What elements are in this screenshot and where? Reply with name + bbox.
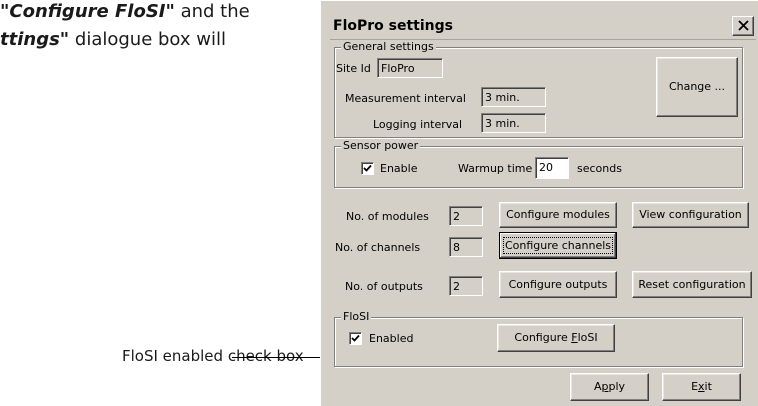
close-icon [738, 20, 749, 31]
flosi-enabled-label: Enabled [369, 332, 414, 345]
dialog-titlebar: FloPro settings [330, 14, 756, 40]
configure-outputs-label: Configure outputs [508, 278, 608, 291]
doc-text-line-2: ttings" dialogue box will [0, 29, 226, 50]
view-configuration-button[interactable]: View configuration [632, 202, 749, 228]
warmup-time-input[interactable]: 20 [535, 157, 569, 179]
reset-configuration-button[interactable]: Reset configuration [632, 271, 752, 298]
outputs-count-label: No. of outputs [345, 280, 423, 293]
outputs-count-field: 2 [449, 276, 483, 296]
exit-label-rest: it [704, 380, 712, 393]
configure-flosi-label: Configure [514, 331, 572, 344]
configure-outputs-button[interactable]: Configure outputs [499, 271, 617, 298]
modules-count-label: No. of modules [346, 210, 429, 223]
configure-flosi-button[interactable]: Configure FloSI [497, 324, 615, 352]
settings-dialog: FloPro settings General settings Site Id… [320, 0, 758, 406]
close-button[interactable] [732, 16, 754, 36]
channels-count-label: No. of channels [335, 241, 421, 254]
warmup-unit-label: seconds [577, 162, 622, 175]
sensor-enable-label: Enable [380, 162, 418, 175]
group-title: Sensor power [341, 139, 421, 152]
configure-channels-button[interactable]: Configure channels [499, 232, 617, 259]
checkmark-icon [363, 164, 372, 172]
flosi-enabled-checkbox[interactable] [349, 332, 362, 345]
configure-flosi-label-rest: loSI [577, 331, 598, 344]
channels-count-field: 8 [449, 237, 483, 257]
callout-label: FloSI enabled check box [122, 347, 304, 365]
view-configuration-label: View configuration [639, 208, 742, 221]
logging-interval-field: 3 min. [481, 113, 546, 133]
configure-modules-button[interactable]: Configure modules [499, 202, 617, 228]
apply-label-rest: ply [608, 380, 626, 393]
group-title: General settings [341, 40, 436, 53]
site-id-field: FloPro [377, 58, 443, 78]
checkmark-icon [351, 334, 360, 342]
doc-emphasis-settings: ttings" [0, 29, 70, 50]
reset-configuration-label: Reset configuration [638, 278, 746, 291]
exit-button[interactable]: Exit [662, 373, 741, 401]
measurement-interval-label: Measurement interval [345, 92, 466, 105]
site-id-label: Site Id [336, 62, 371, 75]
change-button[interactable]: Change ... [656, 57, 738, 117]
configure-modules-label: Configure modules [506, 208, 610, 221]
doc-text-line-1: "Configure FloSI" and the [0, 1, 250, 22]
exit-label: E [691, 380, 699, 393]
sensor-enable-checkbox[interactable] [361, 162, 374, 175]
doc-text: dialogue box will [69, 29, 226, 50]
warmup-time-label: Warmup time [458, 162, 533, 175]
dialog-title: FloPro settings [333, 18, 453, 34]
doc-emphasis-configure-flosi: "Configure FloSI" [0, 1, 175, 22]
apply-button[interactable]: Apply [570, 373, 649, 401]
modules-count-field: 2 [449, 206, 483, 226]
group-title: FloSI [341, 310, 372, 323]
logging-interval-label: Logging interval [373, 118, 463, 131]
configure-channels-label: Configure channels [502, 237, 614, 254]
change-button-label: Change ... [668, 80, 726, 93]
doc-text: and the [174, 1, 250, 22]
measurement-interval-field: 3 min. [481, 87, 546, 107]
